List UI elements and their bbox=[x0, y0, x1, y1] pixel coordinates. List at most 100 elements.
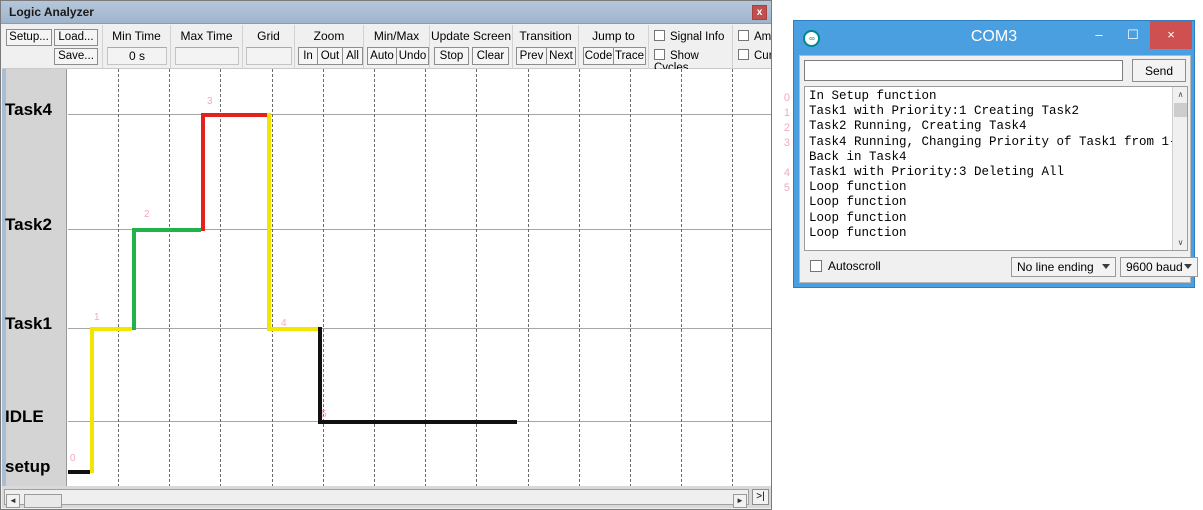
gridline-vertical bbox=[732, 69, 733, 487]
signal-label-task2: Task2 bbox=[5, 215, 52, 234]
scrollbar-thumb[interactable] bbox=[24, 494, 62, 508]
update-clear-button[interactable]: Clear bbox=[472, 47, 509, 65]
gutter-index-label: 5 bbox=[783, 182, 790, 194]
checkbox-box-show-cycles[interactable] bbox=[654, 49, 665, 60]
zoom-out-button[interactable]: Out bbox=[317, 47, 343, 65]
setup-button[interactable]: Setup... bbox=[6, 29, 52, 46]
logic-analyzer-plot[interactable]: setup IDLE Task1 Task2 Task4 012345 bbox=[2, 69, 771, 487]
transition-prev-button[interactable]: Prev bbox=[516, 47, 547, 65]
maximize-icon[interactable]: ☐ bbox=[1116, 21, 1150, 49]
toolbar-group-min-time: Min Time 0 s bbox=[102, 25, 170, 69]
gridline-vertical bbox=[272, 69, 273, 487]
scroll-right-icon[interactable]: ► bbox=[733, 494, 747, 508]
grid-label: Grid bbox=[257, 29, 280, 43]
baud-rate-select[interactable]: 9600 baud bbox=[1120, 257, 1198, 277]
send-button[interactable]: Send bbox=[1132, 59, 1186, 82]
jump-to-label: Jump to bbox=[592, 29, 635, 43]
scroll-down-icon[interactable]: ∨ bbox=[1173, 235, 1187, 250]
toolbar-group-grid: Grid bbox=[242, 25, 294, 69]
toolbar-group-jump-to: Jump to Code Trace bbox=[578, 25, 648, 69]
logic-analyzer-window: Logic Analyzer x Setup... Load... Save..… bbox=[0, 0, 772, 510]
checkbox-cursor[interactable]: Cur bbox=[738, 49, 771, 62]
waveform-canvas[interactable]: 012345 bbox=[68, 69, 771, 487]
minmax-label: Min/Max bbox=[373, 29, 420, 43]
scroll-left-icon[interactable]: ◄ bbox=[6, 494, 20, 508]
minmax-undo-button[interactable]: Undo bbox=[396, 47, 429, 65]
serial-monitor-body: Send In Setup function Task1 with Priori… bbox=[799, 55, 1198, 283]
gutter-index-label: 4 bbox=[783, 167, 790, 179]
jump-trace-button[interactable]: Trace bbox=[613, 47, 646, 65]
checkbox-label-amplitude: Amp bbox=[754, 31, 771, 43]
waveform-segment bbox=[132, 228, 201, 232]
zoom-all-button[interactable]: All bbox=[342, 47, 363, 65]
max-time-input[interactable] bbox=[175, 47, 239, 65]
transition-marker: 3 bbox=[207, 96, 213, 107]
waveform-segment bbox=[201, 113, 267, 117]
grid-input[interactable] bbox=[246, 47, 292, 65]
baud-rate-value: 9600 baud bbox=[1126, 260, 1183, 274]
checkbox-amplitude[interactable]: Amp bbox=[738, 30, 771, 43]
send-row: Send bbox=[800, 56, 1190, 85]
minimize-icon[interactable]: – bbox=[1082, 21, 1116, 49]
waveform-transition-edge bbox=[90, 327, 94, 473]
toolbar-group-file: Setup... Load... Save... bbox=[2, 25, 102, 69]
checkbox-box-signal-info[interactable] bbox=[654, 30, 665, 41]
checkbox-label-signal-info: Signal Info bbox=[670, 31, 725, 43]
max-time-label: Max Time bbox=[180, 29, 233, 43]
min-time-label: Min Time bbox=[112, 29, 161, 43]
toolbar-group-zoom: Zoom In Out All bbox=[294, 25, 363, 69]
toolbar-group-update-screen: Update Screen Stop Clear bbox=[429, 25, 512, 69]
horizontal-scrollbar[interactable]: ◄ ► >| bbox=[2, 486, 771, 508]
line-ending-select[interactable]: No line ending bbox=[1011, 257, 1116, 277]
load-button[interactable]: Load... bbox=[54, 29, 98, 46]
zoom-in-button[interactable]: In bbox=[298, 47, 318, 65]
gutter-index-label: 0 bbox=[783, 92, 790, 104]
gridline-vertical bbox=[425, 69, 426, 487]
transition-marker: 2 bbox=[144, 209, 150, 220]
scroll-up-icon[interactable]: ∧ bbox=[1173, 87, 1187, 102]
serial-console[interactable]: In Setup function Task1 with Priority:1 … bbox=[804, 86, 1188, 251]
logic-analyzer-title: Logic Analyzer bbox=[9, 5, 94, 19]
gridline-vertical bbox=[476, 69, 477, 487]
toolbar-group-max-time: Max Time bbox=[170, 25, 242, 69]
gridline-vertical bbox=[630, 69, 631, 487]
jump-code-button[interactable]: Code bbox=[583, 47, 614, 65]
gridline-vertical bbox=[528, 69, 529, 487]
signal-label-setup: setup bbox=[5, 457, 51, 476]
gridline-vertical bbox=[681, 69, 682, 487]
serial-send-input[interactable] bbox=[804, 60, 1123, 81]
toolbar-group-display-options-2: Amp Cur bbox=[732, 25, 771, 69]
minmax-auto-button[interactable]: Auto bbox=[367, 47, 397, 65]
logic-analyzer-titlebar: Logic Analyzer x bbox=[1, 1, 771, 24]
close-icon[interactable]: × bbox=[1150, 21, 1192, 49]
gutter-index-label: 3 bbox=[783, 137, 790, 149]
gridline-vertical bbox=[579, 69, 580, 487]
waveform-segment bbox=[90, 327, 132, 331]
autoscroll-checkbox-box[interactable] bbox=[810, 260, 822, 272]
transition-next-button[interactable]: Next bbox=[546, 47, 576, 65]
update-stop-button[interactable]: Stop bbox=[434, 47, 469, 65]
scrollbar-track[interactable]: ◄ ► bbox=[4, 489, 749, 508]
autoscroll-label: Autoscroll bbox=[828, 259, 881, 273]
signal-label-task4: Task4 bbox=[5, 100, 52, 119]
gridline-horizontal bbox=[68, 328, 771, 329]
zoom-label: Zoom bbox=[313, 29, 345, 43]
console-vertical-scrollbar[interactable]: ∧ ∨ bbox=[1172, 87, 1187, 250]
transition-marker: 4 bbox=[281, 318, 287, 329]
transition-index-gutter: 0 1 2 3 4 5 bbox=[772, 68, 794, 486]
console-scrollbar-thumb[interactable] bbox=[1174, 103, 1187, 117]
checkbox-box-amplitude[interactable] bbox=[738, 30, 749, 41]
scroll-to-end-button[interactable]: >| bbox=[752, 489, 769, 505]
signal-label-idle: IDLE bbox=[5, 407, 44, 426]
min-time-input[interactable]: 0 s bbox=[107, 47, 167, 65]
checkbox-box-cursor[interactable] bbox=[738, 49, 749, 60]
checkbox-signal-info[interactable]: Signal Info bbox=[654, 30, 724, 43]
waveform-transition-edge bbox=[318, 327, 322, 423]
save-button[interactable]: Save... bbox=[54, 48, 98, 65]
checkbox-label-cursor: Cur bbox=[754, 50, 771, 62]
autoscroll-checkbox[interactable]: Autoscroll bbox=[810, 259, 881, 273]
close-icon[interactable]: x bbox=[752, 5, 767, 20]
gutter-index-label: 1 bbox=[783, 107, 790, 119]
gridline-vertical bbox=[118, 69, 119, 487]
serial-monitor-statusbar: Autoscroll No line ending 9600 baud bbox=[800, 252, 1198, 282]
